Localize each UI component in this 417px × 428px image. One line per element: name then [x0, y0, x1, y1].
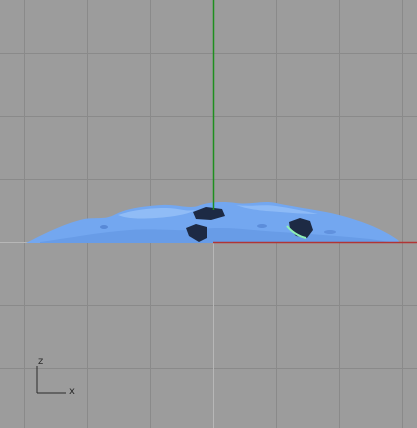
axis-label-z: z [38, 356, 43, 367]
axis-indicator: z x [36, 356, 75, 397]
viewport-3d[interactable]: z x [0, 0, 417, 428]
terrain-dimple [324, 230, 336, 234]
axis-label-x: x [69, 386, 75, 397]
viewport-canvas[interactable]: z x [0, 0, 417, 428]
terrain-dimple [257, 224, 267, 228]
terrain-dimple [100, 225, 108, 229]
origin-lines [0, 242, 417, 428]
